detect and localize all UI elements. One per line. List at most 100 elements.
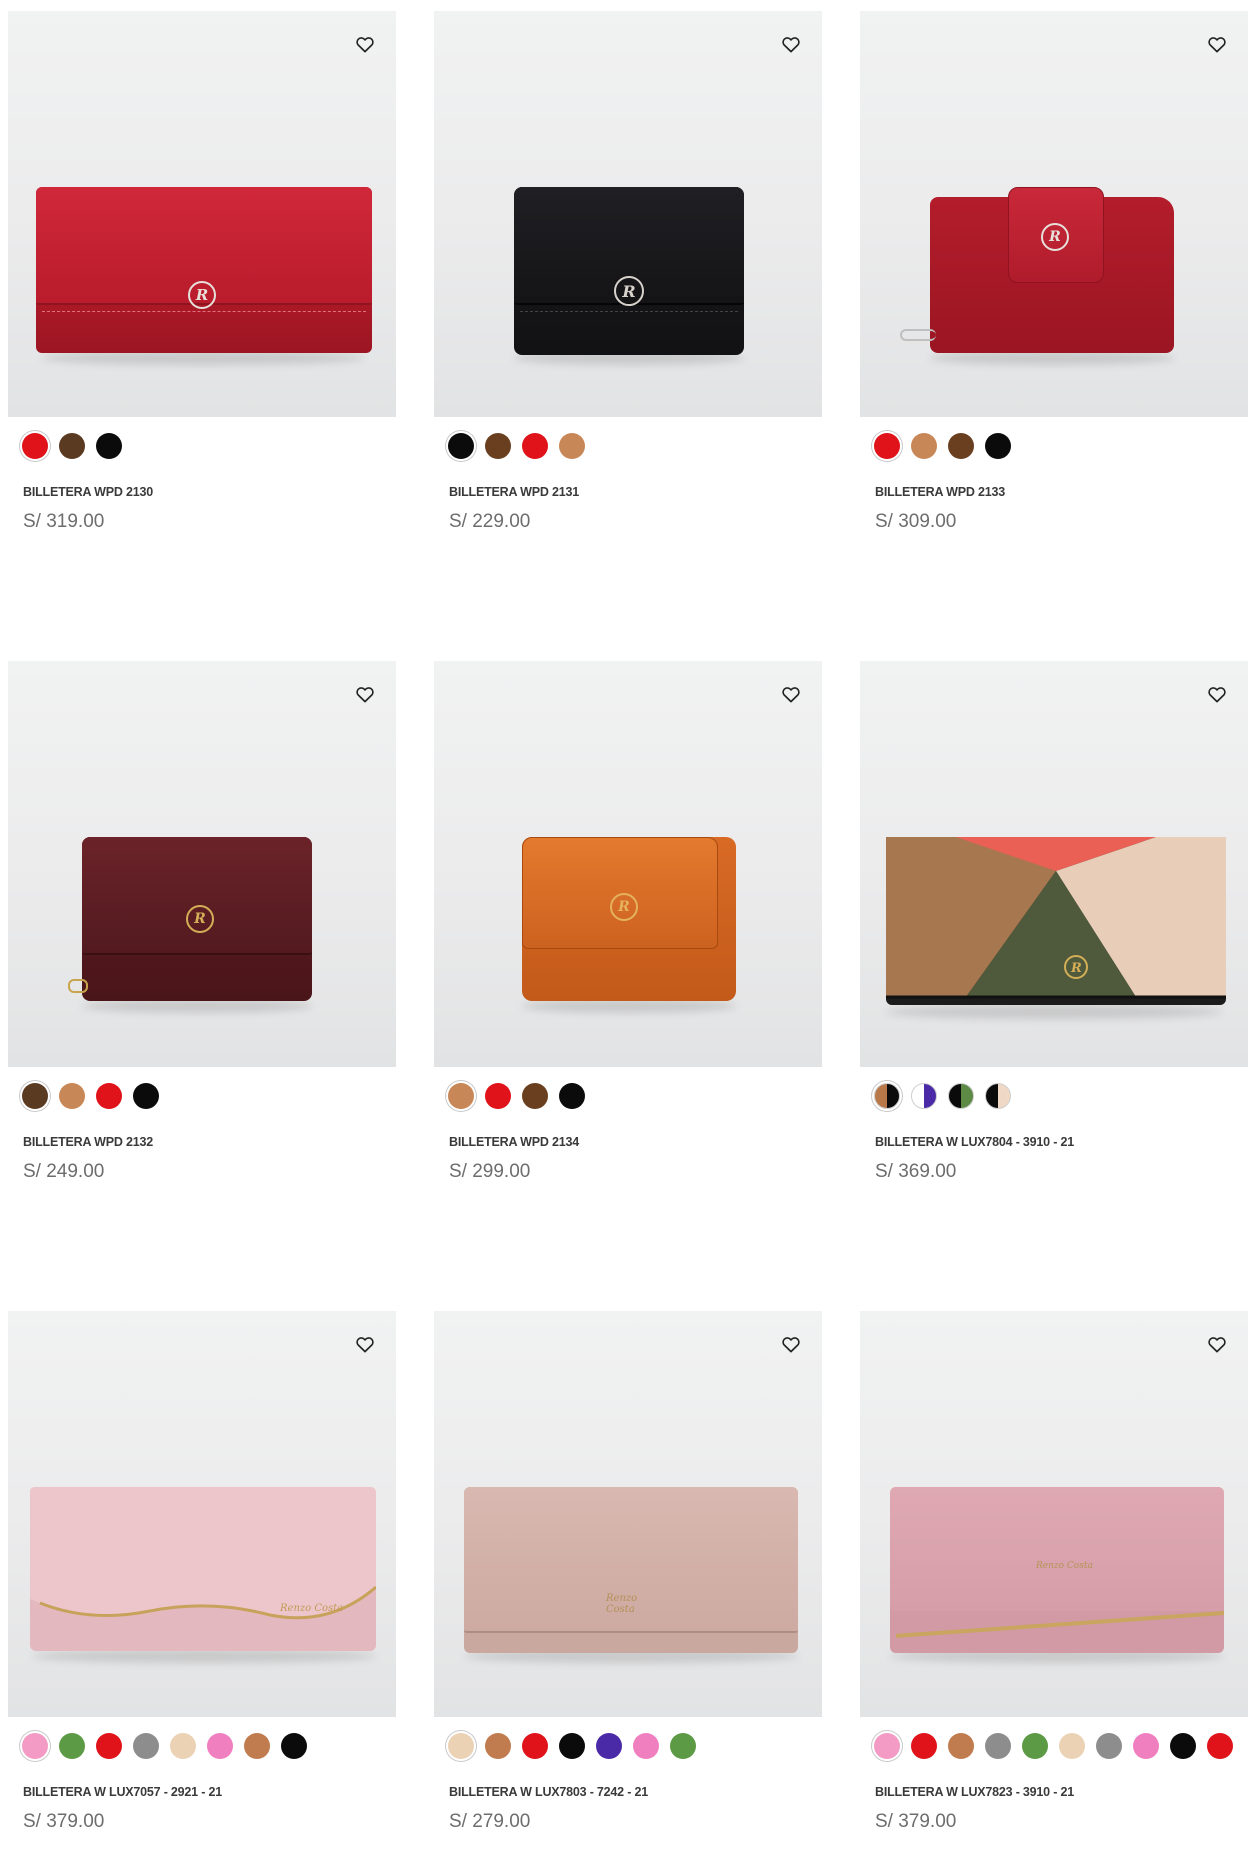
wishlist-button[interactable] xyxy=(778,1331,804,1357)
product-name[interactable]: BILLETERA WPD 2131 xyxy=(449,485,822,499)
color-swatch[interactable] xyxy=(911,433,937,459)
color-swatch[interactable] xyxy=(170,1733,196,1759)
product-name[interactable]: BILLETERA WPD 2132 xyxy=(23,1135,396,1149)
color-swatch[interactable] xyxy=(96,1083,122,1109)
wishlist-button[interactable] xyxy=(352,1331,378,1357)
heart-outline-icon xyxy=(356,687,374,703)
color-swatches xyxy=(8,417,392,459)
product-name[interactable]: BILLETERA WPD 2134 xyxy=(449,1135,822,1149)
color-swatch[interactable] xyxy=(985,1733,1011,1759)
product-card[interactable]: R BILLETERA WPD 2130 S/ 319.00 xyxy=(8,11,396,533)
product-image[interactable]: R xyxy=(860,11,1248,417)
color-swatch[interactable] xyxy=(596,1733,622,1759)
color-swatch[interactable] xyxy=(559,1083,585,1109)
product-name[interactable]: BILLETERA WPD 2130 xyxy=(23,485,396,499)
product-card[interactable]: Renzo Costa BILLETERA W LUX7803 - 7242 -… xyxy=(434,1311,822,1833)
color-swatch[interactable] xyxy=(281,1733,307,1759)
color-swatch[interactable] xyxy=(948,1733,974,1759)
heart-outline-icon xyxy=(1208,687,1226,703)
color-swatch[interactable] xyxy=(448,433,474,459)
heart-outline-icon xyxy=(356,1337,374,1353)
product-price: S/ 299.00 xyxy=(449,1161,531,1182)
heart-outline-icon xyxy=(356,37,374,53)
product-image[interactable]: Renzo Costa xyxy=(860,1311,1248,1717)
color-swatch[interactable] xyxy=(1096,1733,1122,1759)
color-swatch[interactable] xyxy=(1133,1733,1159,1759)
color-swatch[interactable] xyxy=(22,1733,48,1759)
color-swatch[interactable] xyxy=(485,1083,511,1109)
wishlist-button[interactable] xyxy=(778,31,804,57)
wishlist-button[interactable] xyxy=(352,681,378,707)
product-card[interactable]: R BILLETERA WPD 2134 S/ 299.00 xyxy=(434,661,822,1183)
color-swatch[interactable] xyxy=(670,1733,696,1759)
product-price: S/ 379.00 xyxy=(875,1811,957,1832)
color-swatch[interactable] xyxy=(948,433,974,459)
color-swatch[interactable] xyxy=(244,1733,270,1759)
color-swatch[interactable] xyxy=(96,433,122,459)
color-swatch[interactable] xyxy=(22,1083,48,1109)
color-swatch[interactable] xyxy=(59,1733,85,1759)
color-swatch[interactable] xyxy=(59,1083,85,1109)
wishlist-button[interactable] xyxy=(1204,1331,1230,1357)
color-swatch[interactable] xyxy=(448,1733,474,1759)
product-image[interactable]: R xyxy=(434,661,822,1067)
wishlist-button[interactable] xyxy=(1204,31,1230,57)
product-image[interactable]: R xyxy=(434,11,822,417)
color-swatch[interactable] xyxy=(522,433,548,459)
heart-outline-icon xyxy=(1208,1337,1226,1353)
wishlist-button[interactable] xyxy=(1204,681,1230,707)
color-swatch[interactable] xyxy=(985,433,1011,459)
color-swatches xyxy=(434,1067,818,1109)
product-image[interactable]: R xyxy=(860,661,1248,1067)
color-swatch[interactable] xyxy=(22,433,48,459)
product-card[interactable]: R BILLETERA WPD 2133 S/ 309.00 xyxy=(860,11,1248,533)
patchwork-wallet-graphic: R xyxy=(886,837,1226,1005)
product-name[interactable]: BILLETERA WPD 2133 xyxy=(875,485,1248,499)
product-card[interactable]: Renzo Costa BILLETERA W LUX7057 - 2921 -… xyxy=(8,1311,396,1833)
product-price: S/ 309.00 xyxy=(875,511,957,532)
color-swatch[interactable] xyxy=(985,1083,1011,1109)
color-swatches xyxy=(860,1067,1244,1109)
color-swatch[interactable] xyxy=(133,1733,159,1759)
wishlist-button[interactable] xyxy=(352,31,378,57)
color-swatch[interactable] xyxy=(874,1733,900,1759)
product-card[interactable]: R BILLETERA WPD 2131 S/ 229.00 xyxy=(434,11,822,533)
color-swatch[interactable] xyxy=(522,1083,548,1109)
product-card[interactable]: Renzo Costa BILLETERA W LUX7823 - 3910 -… xyxy=(860,1311,1248,1833)
color-swatch[interactable] xyxy=(874,433,900,459)
color-swatch[interactable] xyxy=(1170,1733,1196,1759)
color-swatch[interactable] xyxy=(485,1733,511,1759)
color-swatch[interactable] xyxy=(559,1733,585,1759)
product-name[interactable]: BILLETERA W LUX7803 - 7242 - 21 xyxy=(449,1785,822,1799)
color-swatch[interactable] xyxy=(559,433,585,459)
color-swatch[interactable] xyxy=(133,1083,159,1109)
color-swatches xyxy=(860,1717,1244,1759)
color-swatch[interactable] xyxy=(207,1733,233,1759)
product-card[interactable]: R BILLETERA WPD 2132 S/ 249.00 xyxy=(8,661,396,1183)
product-image[interactable]: Renzo Costa xyxy=(8,1311,396,1717)
product-image[interactable]: Renzo Costa xyxy=(434,1311,822,1717)
color-swatch[interactable] xyxy=(911,1733,937,1759)
color-swatch[interactable] xyxy=(522,1733,548,1759)
color-swatch[interactable] xyxy=(59,433,85,459)
product-name[interactable]: BILLETERA W LUX7057 - 2921 - 21 xyxy=(23,1785,396,1799)
product-card[interactable]: R BILLETERA W LUX7804 - 3910 - 21 S/ 369… xyxy=(860,661,1248,1183)
color-swatch[interactable] xyxy=(1207,1733,1233,1759)
color-swatches xyxy=(860,417,1244,459)
product-image[interactable]: R xyxy=(8,11,396,417)
color-swatches xyxy=(8,1717,392,1759)
color-swatch[interactable] xyxy=(948,1083,974,1109)
color-swatch[interactable] xyxy=(1022,1733,1048,1759)
product-name[interactable]: BILLETERA W LUX7804 - 3910 - 21 xyxy=(875,1135,1248,1149)
color-swatch[interactable] xyxy=(911,1083,937,1109)
color-swatch[interactable] xyxy=(448,1083,474,1109)
wishlist-button[interactable] xyxy=(778,681,804,707)
color-swatch[interactable] xyxy=(96,1733,122,1759)
color-swatch[interactable] xyxy=(633,1733,659,1759)
product-image[interactable]: R xyxy=(8,661,396,1067)
color-swatch[interactable] xyxy=(1059,1733,1085,1759)
brand-signature: Renzo Costa xyxy=(1036,1561,1093,1571)
color-swatch[interactable] xyxy=(485,433,511,459)
color-swatch[interactable] xyxy=(874,1083,900,1109)
product-name[interactable]: BILLETERA W LUX7823 - 3910 - 21 xyxy=(875,1785,1248,1799)
